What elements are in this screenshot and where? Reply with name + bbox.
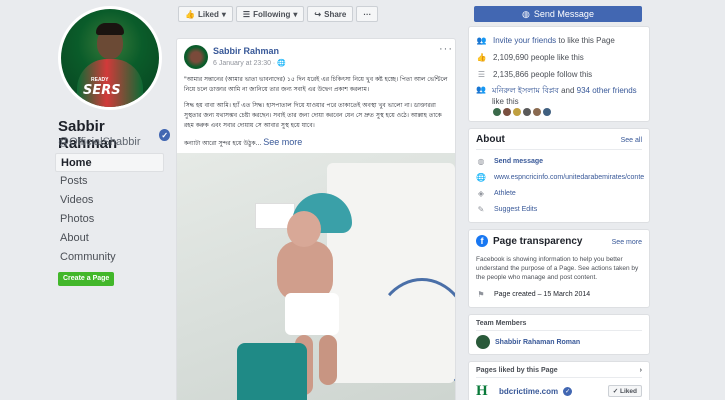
team-member-name[interactable]: Shabbir Rahaman Roman: [495, 339, 580, 346]
avatar: READY SERS: [61, 9, 159, 107]
team-members-title: Team Members: [476, 320, 642, 331]
liked-page-button-label: Liked: [620, 388, 637, 395]
tag-icon: ◈: [477, 188, 485, 198]
liked-page-button[interactable]: ✓ Liked: [607, 385, 642, 397]
post-card: Sabbir Rahman 6 January at 23:30 · 🌐 ···…: [176, 38, 456, 400]
about-send-message-link[interactable]: Send message: [494, 158, 543, 165]
post-photo[interactable]: [177, 153, 455, 400]
post-paragraph-text: কন্যাটা আরো সুন্দর হয়ে উঠুক...: [184, 140, 262, 147]
friend-name-link[interactable]: মনিরুল ইসলাম বিপ্লব: [492, 86, 559, 95]
transparency-card: f Page transparency See more Facebook is…: [468, 229, 650, 308]
friends-icon: 👥: [476, 85, 486, 94]
liked-pages-title: Pages liked by this Page: [476, 367, 558, 374]
profile-picture[interactable]: READY SERS: [58, 6, 162, 110]
liked-pages-card: Pages liked by this Page › H bdcrictime.…: [468, 361, 650, 400]
create-page-button[interactable]: Create a Page: [58, 272, 115, 286]
send-message-button[interactable]: ◍ Send Message: [474, 6, 642, 22]
avatar[interactable]: [513, 108, 521, 116]
globe-icon: 🌐: [476, 172, 486, 182]
page-nav: Home Posts Videos Photos About Community: [55, 153, 164, 267]
avatar[interactable]: [476, 335, 490, 349]
avatar[interactable]: [523, 108, 531, 116]
chevron-down-icon: ▾: [221, 9, 226, 19]
share-button[interactable]: ↪ Share: [307, 6, 354, 22]
thumbs-up-icon: 👍: [476, 53, 487, 62]
liked-button[interactable]: 👍 Liked ▾: [178, 6, 233, 22]
post-author-name[interactable]: Sabbir Rahman: [213, 46, 279, 56]
globe-icon: 🌐: [277, 60, 286, 67]
flag-icon: ⚑: [477, 289, 485, 299]
post-time-label: 6 January at 23:30 ·: [213, 60, 278, 67]
avatar[interactable]: [533, 108, 541, 116]
team-members-card: Team Members Shabbir Rahaman Roman: [468, 314, 650, 355]
page-created-date: Page created – 15 March 2014: [494, 290, 591, 298]
thumbs-up-icon: 👍: [185, 9, 195, 19]
post-body: "আমার সন্তানের (আমার ভাতা ভাবনাদের) ১৫ দ…: [184, 75, 450, 155]
verified-badge-icon: ✓: [563, 386, 573, 396]
nav-item-posts[interactable]: Posts: [55, 172, 164, 191]
post-options-button[interactable]: ···: [439, 43, 453, 55]
post-author-avatar[interactable]: [184, 45, 208, 69]
nav-item-photos[interactable]: Photos: [55, 210, 164, 229]
friends-and: and: [558, 86, 577, 95]
following-label: Following: [253, 9, 291, 19]
facebook-logo-icon: f: [476, 235, 488, 247]
transparency-description: Facebook is showing information to help …: [476, 256, 639, 281]
nav-item-videos[interactable]: Videos: [55, 191, 164, 210]
about-card: About See all ◍ Send message 🌐 www.espnc…: [468, 128, 650, 223]
avatar[interactable]: [543, 108, 551, 116]
nav-item-community[interactable]: Community: [55, 248, 164, 267]
right-column: 👥 Invite your friends to like this Page …: [468, 26, 650, 400]
post-paragraph: "আমার সন্তানের (আমার ভাতা ভাবনাদের) ১৫ দ…: [184, 76, 448, 93]
messenger-icon: ◍: [522, 8, 530, 19]
share-label: Share: [324, 9, 347, 19]
other-friends-link[interactable]: 934 other friends: [577, 86, 637, 95]
likes-count: 2,109,690 people like this: [493, 53, 584, 62]
chevron-right-icon[interactable]: ›: [640, 367, 642, 374]
liked-label: Liked: [197, 9, 219, 19]
following-button[interactable]: ☰ Following ▾: [235, 6, 305, 22]
nav-item-about[interactable]: About: [55, 229, 164, 248]
invite-friends-link[interactable]: Invite your friends: [493, 36, 556, 45]
nav-item-home[interactable]: Home: [55, 153, 164, 172]
avatar[interactable]: [493, 108, 501, 116]
post-timestamp[interactable]: 6 January at 23:30 · 🌐: [213, 59, 286, 67]
pencil-icon: ✎: [477, 204, 485, 214]
invite-suffix: to like this Page: [556, 36, 615, 45]
post-paragraph: কন্যাটা আরো সুন্দর হয়ে উঠুক... See more: [184, 137, 450, 149]
friends-suffix: like this: [491, 97, 519, 106]
jersey-text: SERS: [83, 83, 121, 98]
more-options-button[interactable]: ···: [356, 6, 379, 22]
invite-friends-icon: 👥: [476, 36, 487, 45]
rss-icon: ☰: [242, 9, 251, 19]
follow-icon: ☰: [477, 70, 486, 79]
friend-avatars: [493, 108, 642, 116]
chevron-down-icon: ▾: [293, 9, 298, 19]
community-card: 👥 Invite your friends to like this Page …: [468, 26, 650, 122]
page-handle[interactable]: @OfficialShabbir: [58, 136, 141, 148]
send-message-label: Send Message: [533, 9, 594, 19]
page-action-toolbar: 👍 Liked ▾ ☰ Following ▾ ↪ Share ···: [178, 6, 379, 22]
see-more-link[interactable]: See more: [263, 137, 302, 147]
suggest-edits-link[interactable]: Suggest Edits: [494, 206, 537, 213]
left-column: READY SERS Sabbir Rahman ✓ @OfficialShab…: [0, 0, 170, 400]
transparency-see-more-link[interactable]: See more: [612, 239, 642, 246]
liked-page-name[interactable]: bdcrictime.com: [499, 387, 558, 396]
messenger-icon: ◍: [477, 156, 485, 166]
website-link[interactable]: www.espncricinfo.com/unitedarabemirates/…: [494, 174, 644, 181]
bdcrictime-logo[interactable]: H: [476, 382, 494, 400]
follows-count: 2,135,866 people follow this: [493, 70, 593, 79]
about-title: About: [476, 134, 505, 145]
verified-badge-icon: ✓: [159, 129, 170, 141]
transparency-title: Page transparency: [493, 235, 583, 247]
category-link[interactable]: Athlete: [494, 190, 516, 197]
avatar[interactable]: [503, 108, 511, 116]
share-icon: ↪: [314, 9, 322, 19]
post-paragraph: সিদ্ধ হয় বাবা আমি। হ্যাঁ এত সিদ্ধ। হাসপ…: [184, 102, 442, 129]
about-see-all-link[interactable]: See all: [621, 137, 642, 144]
